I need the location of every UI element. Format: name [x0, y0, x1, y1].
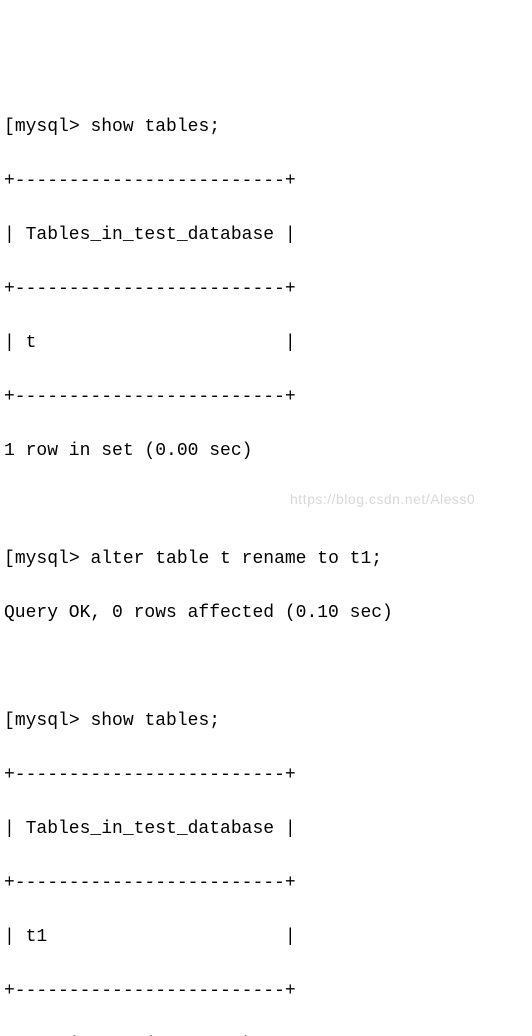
- watermark-text: https://blog.csdn.net/Aless0: [290, 489, 475, 510]
- table-header-row: | Tables_in_test_database |: [4, 222, 528, 249]
- bracket: [: [4, 711, 15, 731]
- query-result: Query OK, 0 rows affected (0.10 sec): [4, 600, 528, 627]
- bracket: [: [4, 549, 15, 569]
- bracket: [: [4, 117, 15, 137]
- command-line: [mysql> alter table t rename to t1;: [4, 546, 528, 573]
- query-result: 1 row in set (0.00 sec): [4, 1032, 528, 1036]
- sql-command: show tables;: [90, 117, 220, 137]
- table-border: +-------------------------+: [4, 384, 528, 411]
- sql-command: show tables;: [90, 711, 220, 731]
- table-border: +-------------------------+: [4, 870, 528, 897]
- sql-command: alter table t rename to t1;: [90, 549, 382, 569]
- table-header-row: | Tables_in_test_database |: [4, 816, 528, 843]
- mysql-prompt: mysql>: [15, 711, 91, 731]
- terminal-output: [mysql> show tables; +------------------…: [4, 114, 528, 1036]
- table-border: +-------------------------+: [4, 168, 528, 195]
- command-line: [mysql> show tables;: [4, 114, 528, 141]
- table-border: +-------------------------+: [4, 276, 528, 303]
- table-border: +-------------------------+: [4, 978, 528, 1005]
- mysql-prompt: mysql>: [15, 549, 91, 569]
- command-line: [mysql> show tables;: [4, 708, 528, 735]
- query-result: 1 row in set (0.00 sec): [4, 438, 528, 465]
- table-data-row: | t1 |: [4, 924, 528, 951]
- table-border: +-------------------------+: [4, 762, 528, 789]
- blank-line: [4, 654, 528, 681]
- table-data-row: | t |: [4, 330, 528, 357]
- mysql-prompt: mysql>: [15, 117, 91, 137]
